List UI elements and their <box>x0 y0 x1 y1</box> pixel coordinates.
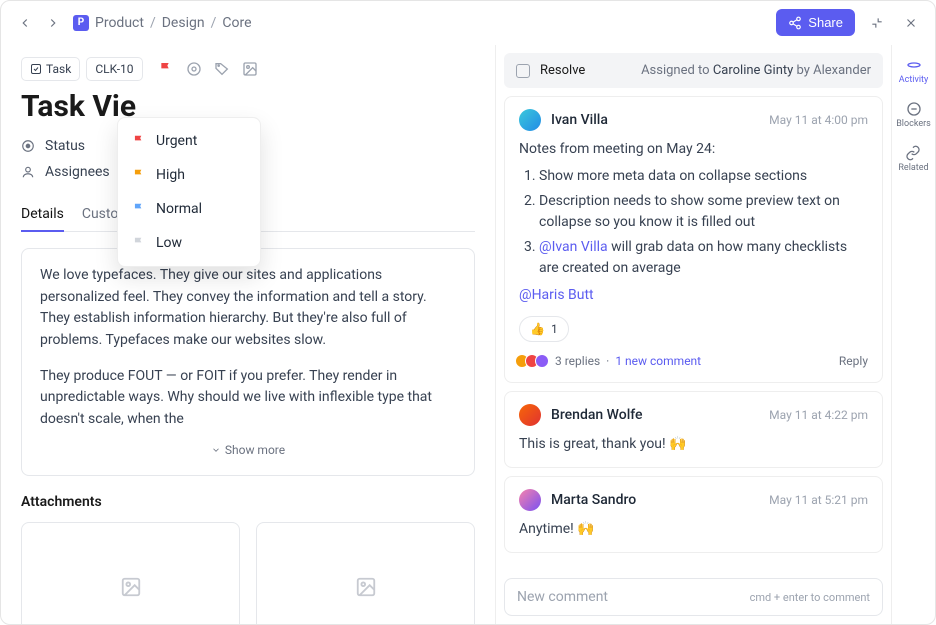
new-comment-input[interactable]: New comment cmd + enter to comment <box>504 578 883 616</box>
replies-count[interactable]: 3 replies <box>555 352 600 370</box>
share-button[interactable]: Share <box>776 9 855 36</box>
mention[interactable]: @Haris Butt <box>519 287 594 303</box>
description-paragraph: We love typefaces. They give our sites a… <box>40 265 456 352</box>
rail-tab-blockers[interactable]: Blockers <box>896 101 931 129</box>
flag-icon <box>132 134 146 148</box>
rail-label: Activity <box>899 75 928 85</box>
reaction-emoji: 👍 <box>530 320 545 338</box>
status-label: Status <box>45 138 85 154</box>
priority-option-label: Normal <box>156 201 202 217</box>
comment-text: Anytime! 🙌 <box>519 519 868 540</box>
comment: Brendan Wolfe May 11 at 4:22 pm This is … <box>504 391 883 468</box>
task-chip-label: Task <box>46 62 71 76</box>
image-placeholder-icon <box>120 576 142 598</box>
assigned-text: Assigned to Caroline Ginty by Alexander <box>641 63 871 78</box>
description-paragraph: They produce FOUT — or FOIT if you prefe… <box>40 366 456 431</box>
activity-icon <box>906 57 922 73</box>
task-id-chip[interactable]: CLK-10 <box>86 57 142 81</box>
priority-option-low[interactable]: Low <box>118 226 260 260</box>
comment-date: May 11 at 4:00 pm <box>769 113 868 127</box>
settings-icon-button[interactable] <box>185 60 203 78</box>
attachment-card[interactable] <box>256 522 475 624</box>
reply-button[interactable]: Reply <box>839 352 868 370</box>
share-button-label: Share <box>808 15 843 30</box>
tab-details[interactable]: Details <box>21 198 64 232</box>
close-button[interactable] <box>899 11 923 35</box>
assignees-label: Assignees <box>45 164 110 180</box>
reaction-button[interactable]: 👍 1 <box>519 316 569 342</box>
tab-custom[interactable]: Custo <box>82 198 118 231</box>
nav-back-button[interactable] <box>13 11 37 35</box>
comment: Ivan Villa May 11 at 4:00 pm Notes from … <box>504 96 883 383</box>
related-icon <box>905 145 921 161</box>
breadcrumb-item-design[interactable]: Design <box>162 15 205 31</box>
chevron-down-icon <box>211 445 221 455</box>
task-id-label: CLK-10 <box>95 62 133 76</box>
flag-icon <box>132 202 146 216</box>
comment: Marta Sandro May 11 at 5:21 pm Anytime! … <box>504 476 883 553</box>
comment-list-item: @Ivan Villa will grab data on how many c… <box>539 237 868 279</box>
share-icon <box>788 16 802 30</box>
comment-list-item: Description needs to show some preview t… <box>539 191 868 233</box>
assignee-name[interactable]: Caroline Ginty <box>713 63 793 78</box>
breadcrumb-project[interactable]: P Product <box>73 15 144 31</box>
nav-forward-button[interactable] <box>41 11 65 35</box>
new-comment-indicator[interactable]: 1 new comment <box>615 352 701 370</box>
mention[interactable]: @Ivan Villa <box>539 239 608 255</box>
show-more-label: Show more <box>225 441 285 460</box>
comment-date: May 11 at 5:21 pm <box>769 493 868 507</box>
flag-icon <box>132 236 146 250</box>
resolve-checkbox[interactable] <box>516 64 530 78</box>
reaction-count: 1 <box>551 320 558 338</box>
collapse-button[interactable] <box>865 11 889 35</box>
reply-avatars[interactable] <box>519 354 549 368</box>
resolve-label: Resolve <box>540 63 585 78</box>
rail-tab-related[interactable]: Related <box>898 145 928 173</box>
resolve-bar: Resolve Assigned to Caroline Ginty by Al… <box>504 53 883 88</box>
image-placeholder-icon <box>355 576 377 598</box>
priority-option-label: Low <box>156 235 182 251</box>
priority-option-label: Urgent <box>156 133 197 149</box>
rail-tab-activity[interactable]: Activity <box>899 57 928 85</box>
project-icon: P <box>73 15 89 31</box>
comment-text: This is great, thank you! 🙌 <box>519 434 868 455</box>
person-icon <box>21 165 35 179</box>
breadcrumb-project-label: Product <box>95 15 144 31</box>
tag-icon-button[interactable] <box>213 60 231 78</box>
assigner-name: Alexander <box>813 63 871 78</box>
rail-label: Related <box>898 163 928 173</box>
image-icon-button[interactable] <box>241 60 259 78</box>
rail-label: Blockers <box>896 119 931 129</box>
priority-option-urgent[interactable]: Urgent <box>118 124 260 158</box>
priority-option-label: High <box>156 167 185 183</box>
comment-list-item: Show more meta data on collapse sections <box>539 166 868 187</box>
comment-date: May 11 at 4:22 pm <box>769 408 868 422</box>
breadcrumb-item-core[interactable]: Core <box>222 15 251 31</box>
priority-dropdown: Urgent High Normal Low <box>117 117 261 267</box>
breadcrumb: P Product / Design / Core <box>73 15 252 31</box>
blockers-icon <box>906 101 922 117</box>
status-icon <box>21 139 35 153</box>
priority-option-normal[interactable]: Normal <box>118 192 260 226</box>
checkbox-icon <box>30 63 42 75</box>
comment-author[interactable]: Marta Sandro <box>551 492 636 508</box>
composer-hint: cmd + enter to comment <box>750 591 870 604</box>
show-more-button[interactable]: Show more <box>40 441 456 460</box>
flag-icon <box>132 168 146 182</box>
avatar[interactable] <box>519 109 541 131</box>
avatar[interactable] <box>519 404 541 426</box>
comment-text: Notes from meeting on May 24: <box>519 139 868 160</box>
attachment-card[interactable] <box>21 522 240 624</box>
priority-flag-button[interactable] <box>157 60 175 78</box>
attachments-heading: Attachments <box>21 494 475 510</box>
comment-author[interactable]: Ivan Villa <box>551 112 608 128</box>
task-type-chip[interactable]: Task <box>21 57 80 81</box>
avatar[interactable] <box>519 489 541 511</box>
description-box[interactable]: We love typefaces. They give our sites a… <box>21 248 475 476</box>
comment-author[interactable]: Brendan Wolfe <box>551 407 643 423</box>
priority-option-high[interactable]: High <box>118 158 260 192</box>
new-comment-placeholder: New comment <box>517 589 608 605</box>
